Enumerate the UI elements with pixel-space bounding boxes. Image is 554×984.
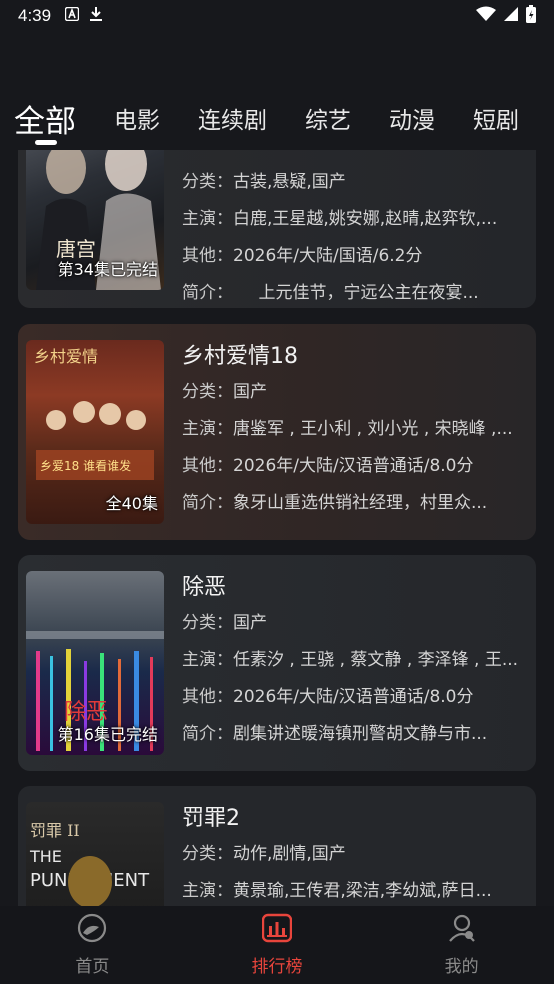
intro-value: 上元佳节，宁远公主在夜宴... [224,283,479,303]
cast-value: 任素汐 , 王骁 , 蔡文静 , 李泽锋 , 王... [233,650,519,670]
svg-text:乡爱18 谁看谁发: 乡爱18 谁看谁发 [40,458,131,473]
category-value: 古装,悬疑,国产 [233,172,346,192]
other-label: 其他： [182,687,233,707]
svg-text:罚罪 II: 罚罪 II [30,821,80,840]
tab-variety[interactable]: 综艺 [305,101,351,135]
ranking-list[interactable]: 唐宫 第34集已完结 分类：古装,悬疑,国产 主演：白鹿,王星越,姚安娜,赵晴,… [0,150,554,906]
poster-image: 除恶 第16集已完结 [26,571,164,755]
nav-home[interactable]: 首页 [0,906,185,984]
episode-badge: 第16集已完结 [57,725,158,744]
category-label: 分类： [182,844,233,864]
category-value: 国产 [233,382,267,402]
cast-value: 白鹿,王星越,姚安娜,赵晴,赵弈钦,... [233,209,498,229]
bottom-nav: 首页 排行榜 我的 [0,906,554,984]
cast-value: 黄景瑜,王传君,梁洁,李幼斌,萨日... [233,881,492,901]
nav-ranking[interactable]: 排行榜 [185,906,370,984]
category-label: 分类： [182,172,233,192]
nav-profile[interactable]: 我的 [369,906,554,984]
intro-label: 简介： [182,493,233,513]
svg-text:乡村爱情: 乡村爱情 [34,347,98,366]
cast-label: 主演： [182,650,233,670]
tab-anime[interactable]: 动漫 [389,101,435,135]
other-value: 2026年/大陆/国语/6.2分 [233,246,423,266]
signal-icon [504,6,518,26]
tab-series[interactable]: 连续剧 [198,101,267,135]
item-title[interactable]: 除恶 [182,571,522,605]
other-value: 2026年/大陆/汉语普通话/8.0分 [233,687,474,707]
cast-value: 唐鉴军 , 王小利 , 刘小光 , 宋晓峰 ,... [233,419,513,439]
list-item[interactable]: 罚罪 II THE PUNISHMENT 罚罪2 分类：动作,剧情,国产 主演：… [18,786,536,906]
download-icon [89,6,103,27]
profile-icon [447,913,477,948]
tab-short-drama[interactable]: 短剧 [473,101,519,135]
list-item[interactable]: 唐宫 第34集已完结 分类：古装,悬疑,国产 主演：白鹿,王星越,姚安娜,赵晴,… [18,150,536,308]
category-label: 分类： [182,613,233,633]
poster-image: 乡村爱情 乡爱18 谁看谁发 全40集 [26,340,164,524]
tab-movie[interactable]: 电影 [114,101,160,135]
nav-ranking-label: 排行榜 [251,957,303,977]
intro-label: 简介： [182,283,225,303]
list-item[interactable]: 除恶 第16集已完结 除恶 分类：国产 主演：任素汐 , 王骁 , 蔡文静 , … [18,555,536,771]
status-time: 4:39 [18,6,52,25]
svg-text:THE: THE [29,847,62,866]
ranking-icon [261,913,293,948]
category-label: 分类： [182,382,233,402]
wifi-icon [476,6,496,27]
list-item[interactable]: 乡村爱情 乡爱18 谁看谁发 全40集 乡村爱情18 分类：国产 主演：唐鉴军 … [18,324,536,540]
category-tabs: 全部 电影 连续剧 综艺 动漫 短剧 [0,88,554,148]
nav-home-label: 首页 [75,957,110,977]
category-value: 动作,剧情,国产 [233,844,346,864]
intro-label: 简介： [182,724,233,744]
intro-value: 剧集讲述暖海镇刑警胡文静与市... [233,724,488,744]
other-label: 其他： [182,246,233,266]
home-icon [77,913,107,948]
battery-icon [526,4,536,28]
active-tab-indicator [35,140,57,145]
episode-badge: 第34集已完结 [57,260,158,279]
cast-label: 主演： [182,419,233,439]
tab-all[interactable]: 全部 [14,96,76,141]
item-title[interactable]: 罚罪2 [182,802,522,836]
category-value: 国产 [233,613,267,633]
item-title[interactable]: 乡村爱情18 [182,340,522,374]
nav-profile-label: 我的 [444,957,479,977]
other-label: 其他： [182,456,233,476]
poster-image: 罚罪 II THE PUNISHMENT [26,802,164,906]
intro-value: 象牙山重选供销社经理，村里众... [233,493,488,513]
episode-badge: 全40集 [105,494,158,513]
font-a-icon [64,6,80,26]
other-value: 2026年/大陆/汉语普通话/8.0分 [233,456,474,476]
cast-label: 主演： [182,209,233,229]
poster-image: 唐宫 第34集已完结 [26,150,164,290]
cast-label: 主演： [182,881,233,901]
status-bar: 4:39 [0,0,554,32]
